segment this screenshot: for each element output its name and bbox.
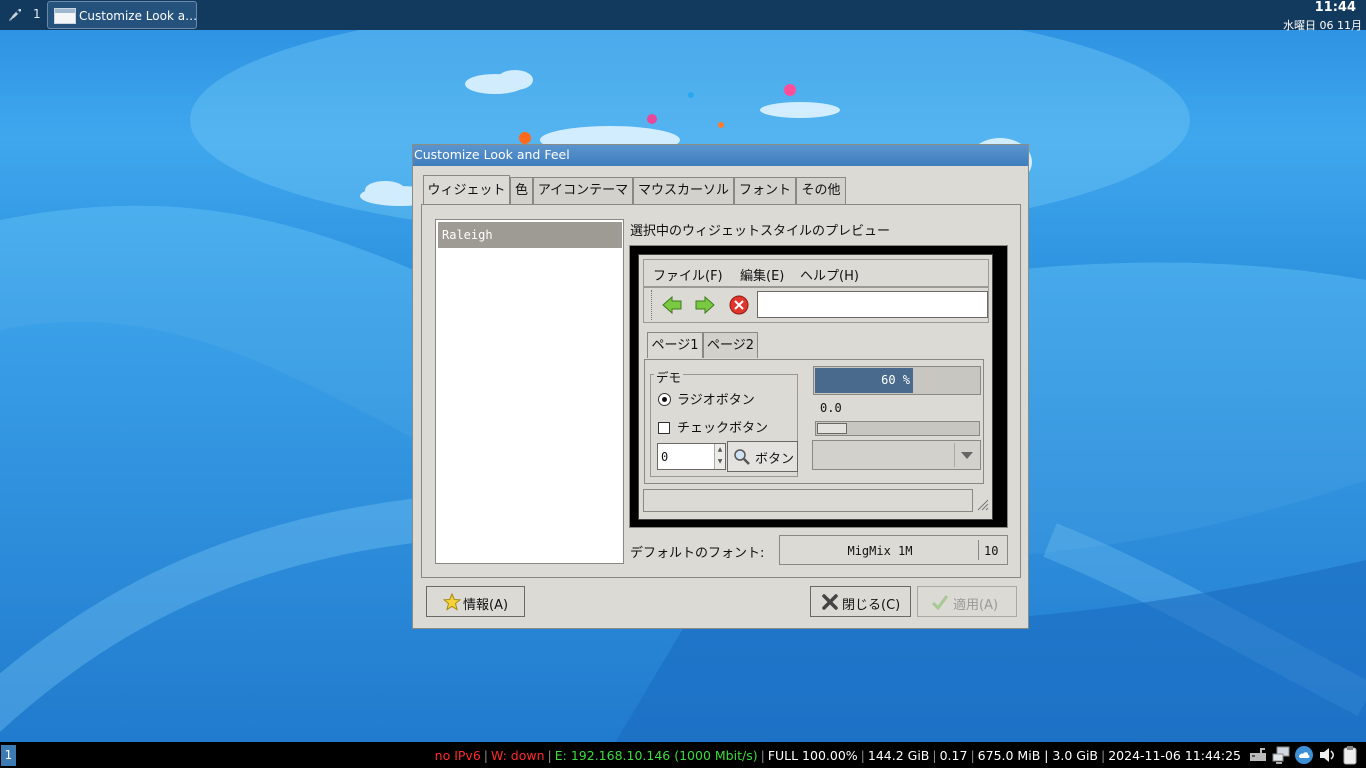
top-panel: 1 Customize Look a… 11:44 水曜日 06 11月: [0, 0, 1366, 32]
preview-tab-page2[interactable]: ページ2: [703, 332, 758, 358]
theme-list[interactable]: Raleigh: [435, 219, 624, 564]
resize-grip-icon[interactable]: [975, 497, 989, 511]
preview-statusbar: [643, 489, 973, 512]
chevron-down-icon[interactable]: [954, 443, 978, 467]
close-button[interactable]: 閉じる(C): [810, 586, 911, 617]
clock-date: 水曜日 06 11月: [1283, 19, 1362, 32]
window-icon: [54, 8, 76, 24]
wifi-status: W: down: [491, 748, 545, 763]
bottom-status-bar: 1 no IPv6 | W: down | E: 192.168.10.146 (100…: [0, 742, 1366, 768]
spin-value: 0: [661, 450, 669, 464]
demo-button[interactable]: ボタン: [727, 441, 798, 472]
progress-text: 60 %: [881, 373, 910, 387]
preview-title: 選択中のウィジェットスタイルのプレビュー: [630, 224, 891, 239]
forward-arrow-icon[interactable]: [694, 294, 716, 316]
magnifier-icon: [733, 448, 751, 466]
taskbar-window-label: Customize Look a…: [79, 9, 198, 23]
clipboard-icon[interactable]: [1340, 745, 1360, 765]
preview-window: ファイル(F) 編集(E) ヘルプ(H) ページ1 ページ2 デモ ラジオボタン…: [638, 254, 993, 520]
preview-tab-page1[interactable]: ページ1: [647, 332, 703, 358]
system-tray: [1244, 744, 1364, 766]
demo-button-label: ボタン: [755, 452, 795, 467]
clock-time[interactable]: 11:44: [1315, 0, 1356, 15]
toolbar-grip[interactable]: [646, 290, 652, 320]
preview-text-entry[interactable]: [757, 291, 988, 318]
tab-icon-theme[interactable]: アイコンテーマ: [533, 177, 633, 205]
default-font-button[interactable]: MigMix 1M 10: [779, 535, 1008, 565]
volume-icon[interactable]: [1317, 745, 1337, 765]
memory-status: 675.0 MiB | 3.0 GiB: [977, 748, 1099, 763]
dialog-titlebar[interactable]: Customize Look and Feel: [413, 145, 1028, 166]
demo-progress-bar: 60 %: [813, 366, 981, 395]
radio-indicator: [658, 393, 671, 406]
workspace-number[interactable]: 1: [33, 7, 41, 21]
customize-look-dialog: Customize Look and Feel ウィジェット 色 アイコンテーマ…: [412, 144, 1029, 629]
about-button[interactable]: 情報(A): [426, 586, 525, 617]
widget-tab-panel: Raleigh 選択中のウィジェットスタイルのプレビュー ファイル(F) 編集(…: [421, 204, 1021, 578]
disk-status: 144.2 GiB: [867, 748, 930, 763]
check-label: チェックボタン: [677, 421, 769, 436]
rocket-launcher-icon[interactable]: [4, 4, 26, 26]
menu-file[interactable]: ファイル(F): [653, 265, 723, 284]
preview-notebook-page: デモ ラジオボタン チェックボタン 0 ▲ ▼ ボタン 60 % 0.0: [644, 359, 984, 484]
close-button-label: 閉じる(C): [842, 598, 901, 613]
default-font-label: デフォルトのフォント:: [630, 546, 765, 561]
demo-frame-label: デモ: [654, 367, 684, 386]
menu-edit[interactable]: 編集(E): [740, 265, 784, 284]
demo-check-button[interactable]: チェックボタン: [658, 417, 768, 436]
about-button-label: 情報(A): [463, 598, 509, 613]
network-wired-icon[interactable]: [1248, 745, 1268, 765]
demo-frame: デモ ラジオボタン チェックボタン 0 ▲ ▼ ボタン: [650, 367, 798, 477]
checkmark-icon: [931, 593, 949, 611]
apply-button-label: 適用(A): [953, 598, 999, 613]
ethernet-status: E: 192.168.10.146 (1000 Mbit/s): [554, 748, 758, 763]
demo-scale-slider[interactable]: [815, 421, 980, 436]
tab-color[interactable]: 色: [510, 177, 533, 205]
slider-knob[interactable]: [817, 423, 847, 434]
datetime-status: 2024-11-06 11:44:25: [1108, 748, 1241, 763]
default-font-size: 10: [978, 540, 998, 560]
demo-spin-button[interactable]: 0 ▲ ▼: [657, 443, 726, 470]
apply-button[interactable]: 適用(A): [917, 586, 1017, 617]
taskbar-window-button[interactable]: Customize Look a…: [47, 1, 197, 29]
stop-icon[interactable]: [728, 294, 750, 316]
demo-radio-button[interactable]: ラジオボタン: [658, 389, 755, 408]
network-manager-icon[interactable]: [1271, 745, 1291, 765]
preview-toolbar: [643, 287, 989, 323]
load-status: 0.17: [939, 748, 968, 763]
close-icon: [821, 593, 839, 611]
scale-value: 0.0: [820, 401, 842, 415]
preview-frame: ファイル(F) 編集(E) ヘルプ(H) ページ1 ページ2 デモ ラジオボタン…: [629, 245, 1008, 528]
spin-arrows-icon[interactable]: ▲ ▼: [714, 444, 725, 469]
back-arrow-icon[interactable]: [661, 294, 683, 316]
update-cloud-icon[interactable]: [1294, 745, 1314, 765]
checkbox-indicator: [658, 422, 670, 434]
preview-menubar: ファイル(F) 編集(E) ヘルプ(H): [643, 259, 989, 287]
demo-combo-box[interactable]: [812, 440, 981, 470]
tab-mouse-cursor[interactable]: マウスカーソル: [633, 177, 734, 205]
tab-other[interactable]: その他: [796, 177, 846, 205]
workspace-indicator[interactable]: 1: [1, 745, 16, 766]
default-font-name: MigMix 1M: [847, 544, 913, 558]
menu-help[interactable]: ヘルプ(H): [800, 265, 859, 284]
battery-status: FULL 100.00%: [767, 748, 858, 763]
theme-list-item-selected[interactable]: Raleigh: [438, 222, 622, 248]
tab-widget[interactable]: ウィジェット: [423, 175, 510, 205]
star-icon: [442, 592, 462, 611]
radio-label: ラジオボタン: [677, 393, 755, 408]
ipv6-status: no IPv6: [434, 748, 481, 763]
tab-font[interactable]: フォント: [734, 177, 796, 205]
dialog-title: Customize Look and Feel: [414, 147, 570, 162]
i3status-text: no IPv6 | W: down | E: 192.168.10.146 (1000 …: [434, 748, 1241, 763]
